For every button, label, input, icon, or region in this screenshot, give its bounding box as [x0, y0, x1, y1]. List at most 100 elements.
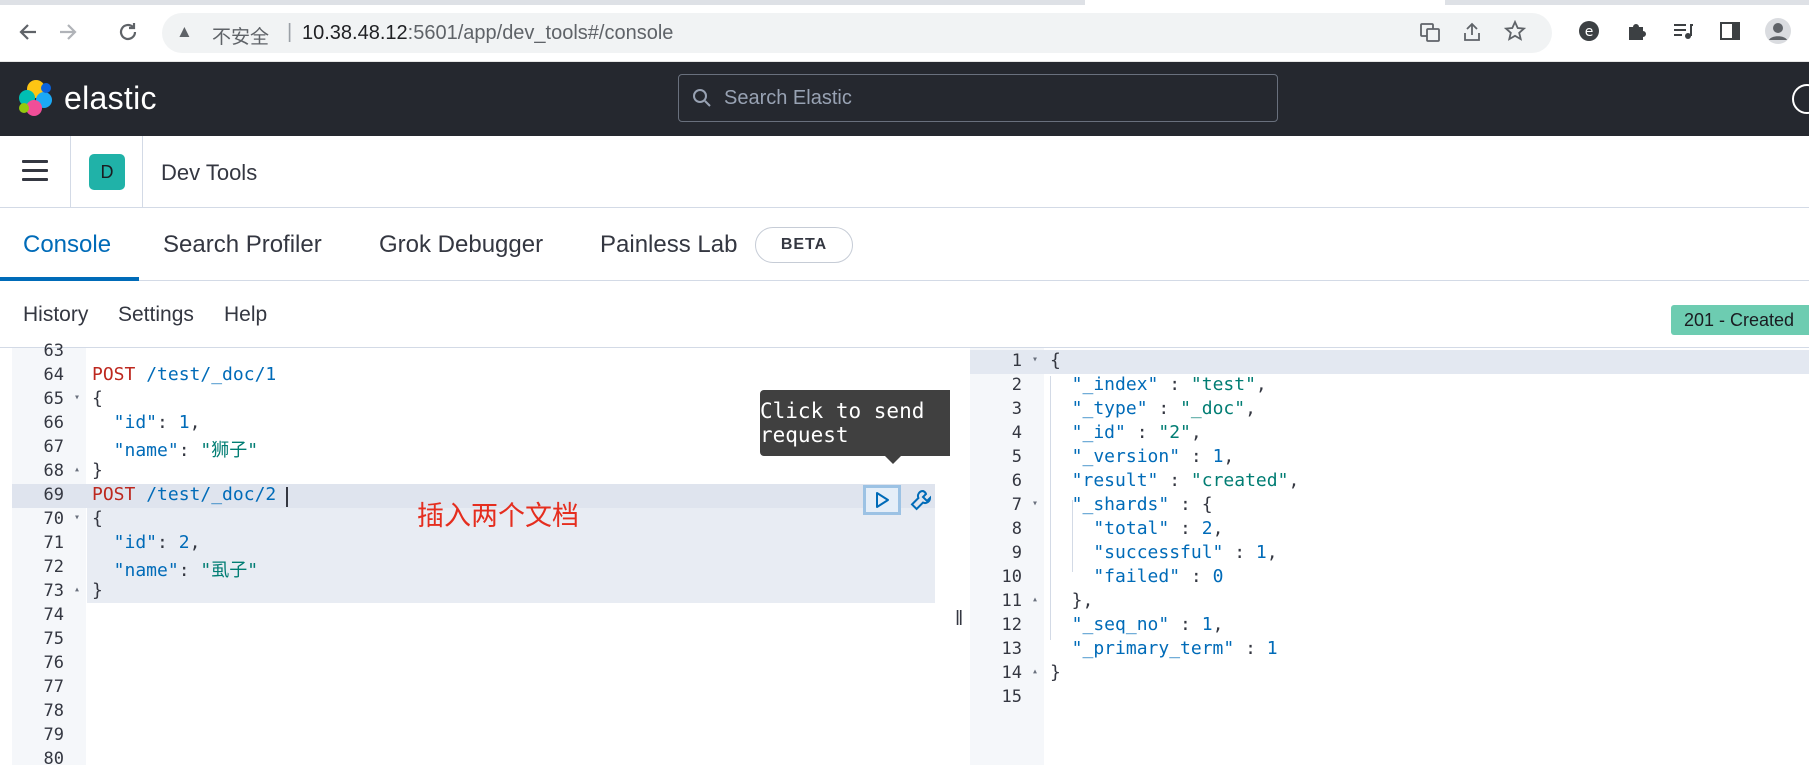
fold-toggle-icon[interactable]: ▾	[74, 512, 80, 523]
request-editor[interactable]: 63 64 65 ▾ 66 67 68 ▴ 69 70 ▾ 71 72 73 ▴ 74 75 76 77 78 79 80…	[12, 341, 1018, 769]
line-number: 15	[1001, 687, 1022, 707]
fold-toggle-icon[interactable]: ▾	[1032, 354, 1038, 365]
response-code-line: "_seq_no" : 1,	[1050, 614, 1224, 635]
line-number: 67	[43, 437, 64, 457]
line-number: 8	[1011, 519, 1022, 539]
line-number: 14 ▴	[1001, 663, 1038, 683]
code-line-69[interactable]: POST /test/_doc/2	[92, 484, 276, 508]
line-number: 3	[1011, 399, 1022, 419]
dev-tools-tabs: Console Search Profiler Grok Debugger Pa…	[0, 208, 1809, 281]
drag-handle-icon[interactable]: ‖	[955, 608, 963, 631]
share-icon[interactable]	[1461, 21, 1483, 49]
back-icon[interactable]	[12, 16, 44, 48]
line-number: 74	[43, 605, 64, 625]
extension-e-icon[interactable]: e	[1575, 17, 1603, 45]
console-menu: History Settings Help 201 - Created	[0, 281, 1809, 347]
reload-icon[interactable]	[112, 16, 144, 48]
line-number: 71	[43, 533, 64, 553]
media-queue-icon[interactable]	[1669, 17, 1697, 45]
response-editor[interactable]: 1 ▾ 2 3 4 5 6 7 ▾ 8 9 10 11 ▴ 12 13 14 ▴ 15 { "_index" : "…	[970, 348, 1809, 765]
browser-tabstrip	[0, 0, 1809, 5]
code-line-64[interactable]: POST /test/_doc/1	[92, 364, 276, 388]
fold-toggle-icon[interactable]: ▴	[1032, 666, 1038, 677]
line-number: 9	[1011, 543, 1022, 563]
response-code-line: "total" : 2,	[1050, 518, 1224, 539]
code-line-70[interactable]: {	[92, 508, 103, 532]
app-bar: D Dev Tools	[0, 136, 1809, 208]
pane-resizer[interactable]: ‖	[950, 348, 970, 765]
tooltip-arrow	[884, 455, 902, 464]
warning-icon: ▲	[176, 22, 193, 41]
tab-search-profiler[interactable]: Search Profiler	[163, 208, 322, 281]
console-editors: 63 64 65 ▾ 66 67 68 ▴ 69 70 ▾ 71 72 73 ▴ 74 75 76 77 78 79 80…	[0, 341, 1809, 769]
elastic-logo-icon[interactable]	[16, 79, 54, 117]
line-number: 2	[1011, 375, 1022, 395]
status-badge: 201 - Created	[1671, 305, 1809, 335]
response-code-line: "successful" : 1,	[1050, 542, 1278, 563]
bookmark-star-icon[interactable]	[1503, 19, 1527, 48]
response-code-line: "failed" : 0	[1050, 566, 1224, 587]
line-number: 6	[1011, 471, 1022, 491]
insecure-label: 不安全	[212, 27, 270, 48]
code-line-65[interactable]: {	[92, 388, 103, 412]
forward-icon[interactable]	[52, 16, 84, 48]
code-line-68[interactable]: }	[92, 460, 103, 484]
profile-avatar-icon[interactable]	[1764, 17, 1792, 45]
menu-hamburger-icon[interactable]	[22, 160, 48, 182]
response-code-line: "_index" : "test",	[1050, 374, 1267, 395]
fold-toggle-icon[interactable]: ▴	[74, 464, 80, 475]
browser-toolbar: ▲ 不安全 | 10.38.48.12:5601/app/dev_tools#/…	[0, 0, 1809, 62]
fold-toggle-icon[interactable]: ▴	[1032, 594, 1038, 605]
line-number: 64	[43, 365, 64, 385]
response-code-line: "_shards" : {	[1050, 494, 1213, 515]
help-menu-icon[interactable]	[1792, 84, 1809, 114]
search-icon	[691, 87, 713, 109]
line-number: 12	[1001, 615, 1022, 635]
line-number: 1 ▾	[1011, 351, 1038, 371]
line-number: 13	[1001, 639, 1022, 659]
extensions-puzzle-icon[interactable]	[1622, 17, 1650, 45]
response-code-line: "_primary_term" : 1	[1050, 638, 1278, 659]
fold-toggle-icon[interactable]: ▾	[74, 392, 80, 403]
play-icon	[876, 492, 889, 508]
code-line-66[interactable]: "id": 1,	[92, 412, 201, 436]
tab-console[interactable]: Console	[23, 208, 111, 281]
response-code-line: },	[1050, 590, 1094, 611]
request-options-wrench-icon[interactable]	[907, 486, 935, 514]
search-input[interactable]	[724, 83, 1254, 113]
fold-toggle-icon[interactable]: ▴	[74, 584, 80, 595]
line-number: 72	[43, 557, 64, 577]
code-line-73[interactable]: }	[92, 580, 103, 604]
translate-icon[interactable]	[1419, 21, 1441, 49]
global-search-box[interactable]	[678, 74, 1278, 122]
help-link[interactable]: Help	[224, 303, 267, 327]
elastic-brand[interactable]: elastic	[64, 80, 157, 117]
url-separator: |	[287, 21, 293, 43]
response-code-line: "_id" : "2",	[1050, 422, 1202, 443]
line-number: 80	[43, 749, 64, 769]
history-link[interactable]: History	[23, 303, 88, 327]
address-bar[interactable]: ▲ 不安全 | 10.38.48.12:5601/app/dev_tools#/…	[162, 13, 1552, 53]
response-code-line: "_type" : "_doc",	[1050, 398, 1256, 419]
settings-link[interactable]: Settings	[118, 303, 194, 327]
fold-toggle-icon[interactable]: ▾	[1032, 498, 1038, 509]
line-number: 4	[1011, 423, 1022, 443]
response-code-line: "result" : "created",	[1050, 470, 1300, 491]
side-panel-icon[interactable]	[1716, 17, 1744, 45]
breadcrumb-title: Dev Tools	[161, 160, 258, 185]
response-code-line: {	[1050, 350, 1061, 371]
tab-grok-debugger[interactable]: Grok Debugger	[379, 208, 543, 281]
space-avatar[interactable]: D	[89, 154, 125, 190]
line-number: 63	[43, 341, 64, 361]
code-line-67[interactable]: "name": "狮子"	[92, 436, 258, 461]
line-number: 7 ▾	[1011, 495, 1038, 515]
text-cursor	[286, 487, 288, 507]
line-number: 11 ▴	[1001, 591, 1038, 611]
code-line-71[interactable]: "id": 2,	[92, 532, 201, 556]
code-line-72[interactable]: "name": "虱子"	[92, 556, 258, 581]
url-text[interactable]: 10.38.48.12:5601/app/dev_tools#/console	[302, 22, 673, 45]
tab-painless-lab[interactable]: Painless Lab	[600, 208, 737, 281]
response-active-line	[970, 350, 1809, 374]
response-code-line: }	[1050, 662, 1061, 683]
send-request-button[interactable]	[863, 485, 901, 515]
